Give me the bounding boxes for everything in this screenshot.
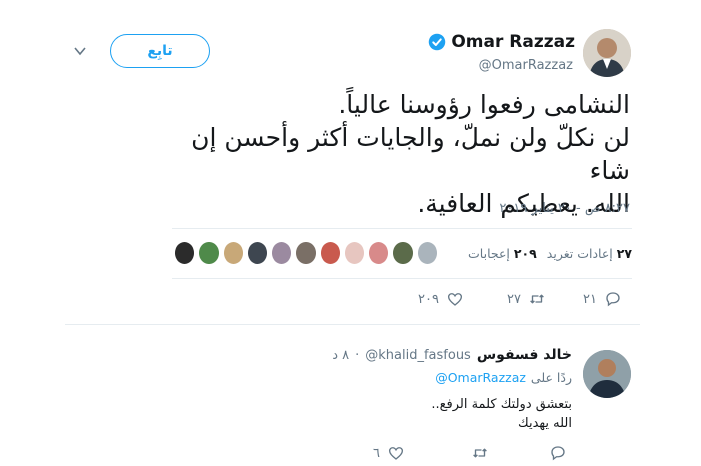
heart-icon	[447, 293, 463, 306]
liker-avatar[interactable]	[223, 242, 243, 264]
reply-retweet-action[interactable]	[471, 444, 496, 462]
tweet-text-line: النشامى رفعوا رؤوسنا عالياً.	[338, 90, 630, 119]
liker-avatar[interactable]	[344, 242, 365, 264]
reply-icon	[551, 446, 565, 461]
likes-count: ٢٠٩	[513, 245, 537, 261]
reply-text: بتعشق دولتك كلمة الرفع.. الله يهديك	[340, 395, 572, 433]
like-count: ٢٠٩	[418, 291, 439, 307]
liker-avatar[interactable]	[369, 242, 389, 264]
tweet-text-line: لن نكلّ ولن نملّ، والجايات أكثر وأحسن إن…	[191, 123, 630, 185]
liker-avatar[interactable]	[296, 242, 316, 264]
verified-badge-icon	[429, 33, 446, 51]
follow-button[interactable]: تابِع	[110, 34, 210, 68]
retweets-label: إعادات تغريد	[546, 245, 613, 261]
heart-icon	[388, 447, 404, 460]
retweet-action[interactable]: ٢٧	[507, 290, 546, 308]
liker-avatar[interactable]	[417, 242, 437, 264]
author-name-row: Omar Razzaz	[420, 30, 575, 54]
retweet-icon	[473, 448, 487, 458]
like-action[interactable]: ٢٠٩	[418, 290, 464, 308]
divider-bottom	[172, 278, 632, 279]
liker-avatar[interactable]	[247, 242, 268, 264]
liker-avatar[interactable]	[393, 242, 413, 264]
replying-to: ردًا على @OmarRazzaz	[340, 370, 572, 385]
reply-avatar-image	[583, 350, 631, 398]
replying-to-prefix: ردًا على	[530, 370, 572, 385]
retweets-count: ٢٧	[616, 245, 632, 261]
reply-reply-action[interactable]	[549, 444, 574, 462]
reply-author-handle[interactable]: @khalid_fasfous	[365, 348, 471, 363]
chevron-down-icon[interactable]	[73, 44, 87, 58]
reply-avatar[interactable]	[583, 350, 631, 398]
liker-avatar[interactable]	[175, 242, 195, 264]
author-avatar-image	[583, 29, 631, 77]
author-handle[interactable]: @OmarRazzaz	[440, 58, 573, 73]
reply-text-line: بتعشق دولتك كلمة الرفع..	[431, 397, 572, 412]
author-avatar[interactable]	[583, 29, 631, 77]
tweet-timestamp[interactable]: ٨:٢٧ ص - ٢٠ يناير ٢٠١٩	[430, 201, 630, 216]
liker-avatar[interactable]	[272, 242, 292, 264]
reply-like-count: ٦	[373, 445, 380, 461]
reply-count: ٢١	[583, 291, 597, 307]
reply-action[interactable]: ٢١	[583, 290, 622, 308]
reply-author-name[interactable]: خالد فسفوس	[477, 347, 572, 363]
author-name[interactable]: Omar Razzaz	[451, 32, 575, 52]
likes-stat[interactable]: ٢٠٩ إعجابات	[468, 246, 537, 261]
reply-like-action[interactable]: ٦	[373, 444, 405, 462]
liker-avatar[interactable]	[199, 242, 219, 264]
stats-row: ٢٧ إعادات تغريد ٢٠٩ إعجابات	[440, 242, 632, 264]
reply-time[interactable]: ٨ د	[332, 348, 349, 363]
reply-header: خالد فسفوس @khalid_fasfous · ٨ د	[240, 347, 572, 363]
replying-to-link[interactable]: @OmarRazzaz	[435, 370, 526, 385]
retweet-count: ٢٧	[507, 291, 521, 307]
divider-top	[172, 228, 632, 229]
retweets-stat[interactable]: ٢٧ إعادات تغريد	[547, 246, 632, 261]
reply-text-line: الله يهديك	[518, 416, 572, 431]
reply-dot: ·	[355, 347, 360, 363]
section-separator	[65, 324, 640, 325]
liker-avatar[interactable]	[320, 242, 340, 264]
liker-avatars	[175, 242, 437, 266]
retweet-icon	[530, 294, 544, 304]
tweet-header: Omar Razzaz @OmarRazzaz تابِع	[0, 0, 701, 90]
reply-icon	[606, 292, 620, 307]
reply-actions: ٦	[0, 444, 701, 466]
tweet-actions: ٢١ ٢٧ ٢٠٩	[0, 288, 701, 312]
likes-label: إعجابات	[468, 245, 510, 261]
